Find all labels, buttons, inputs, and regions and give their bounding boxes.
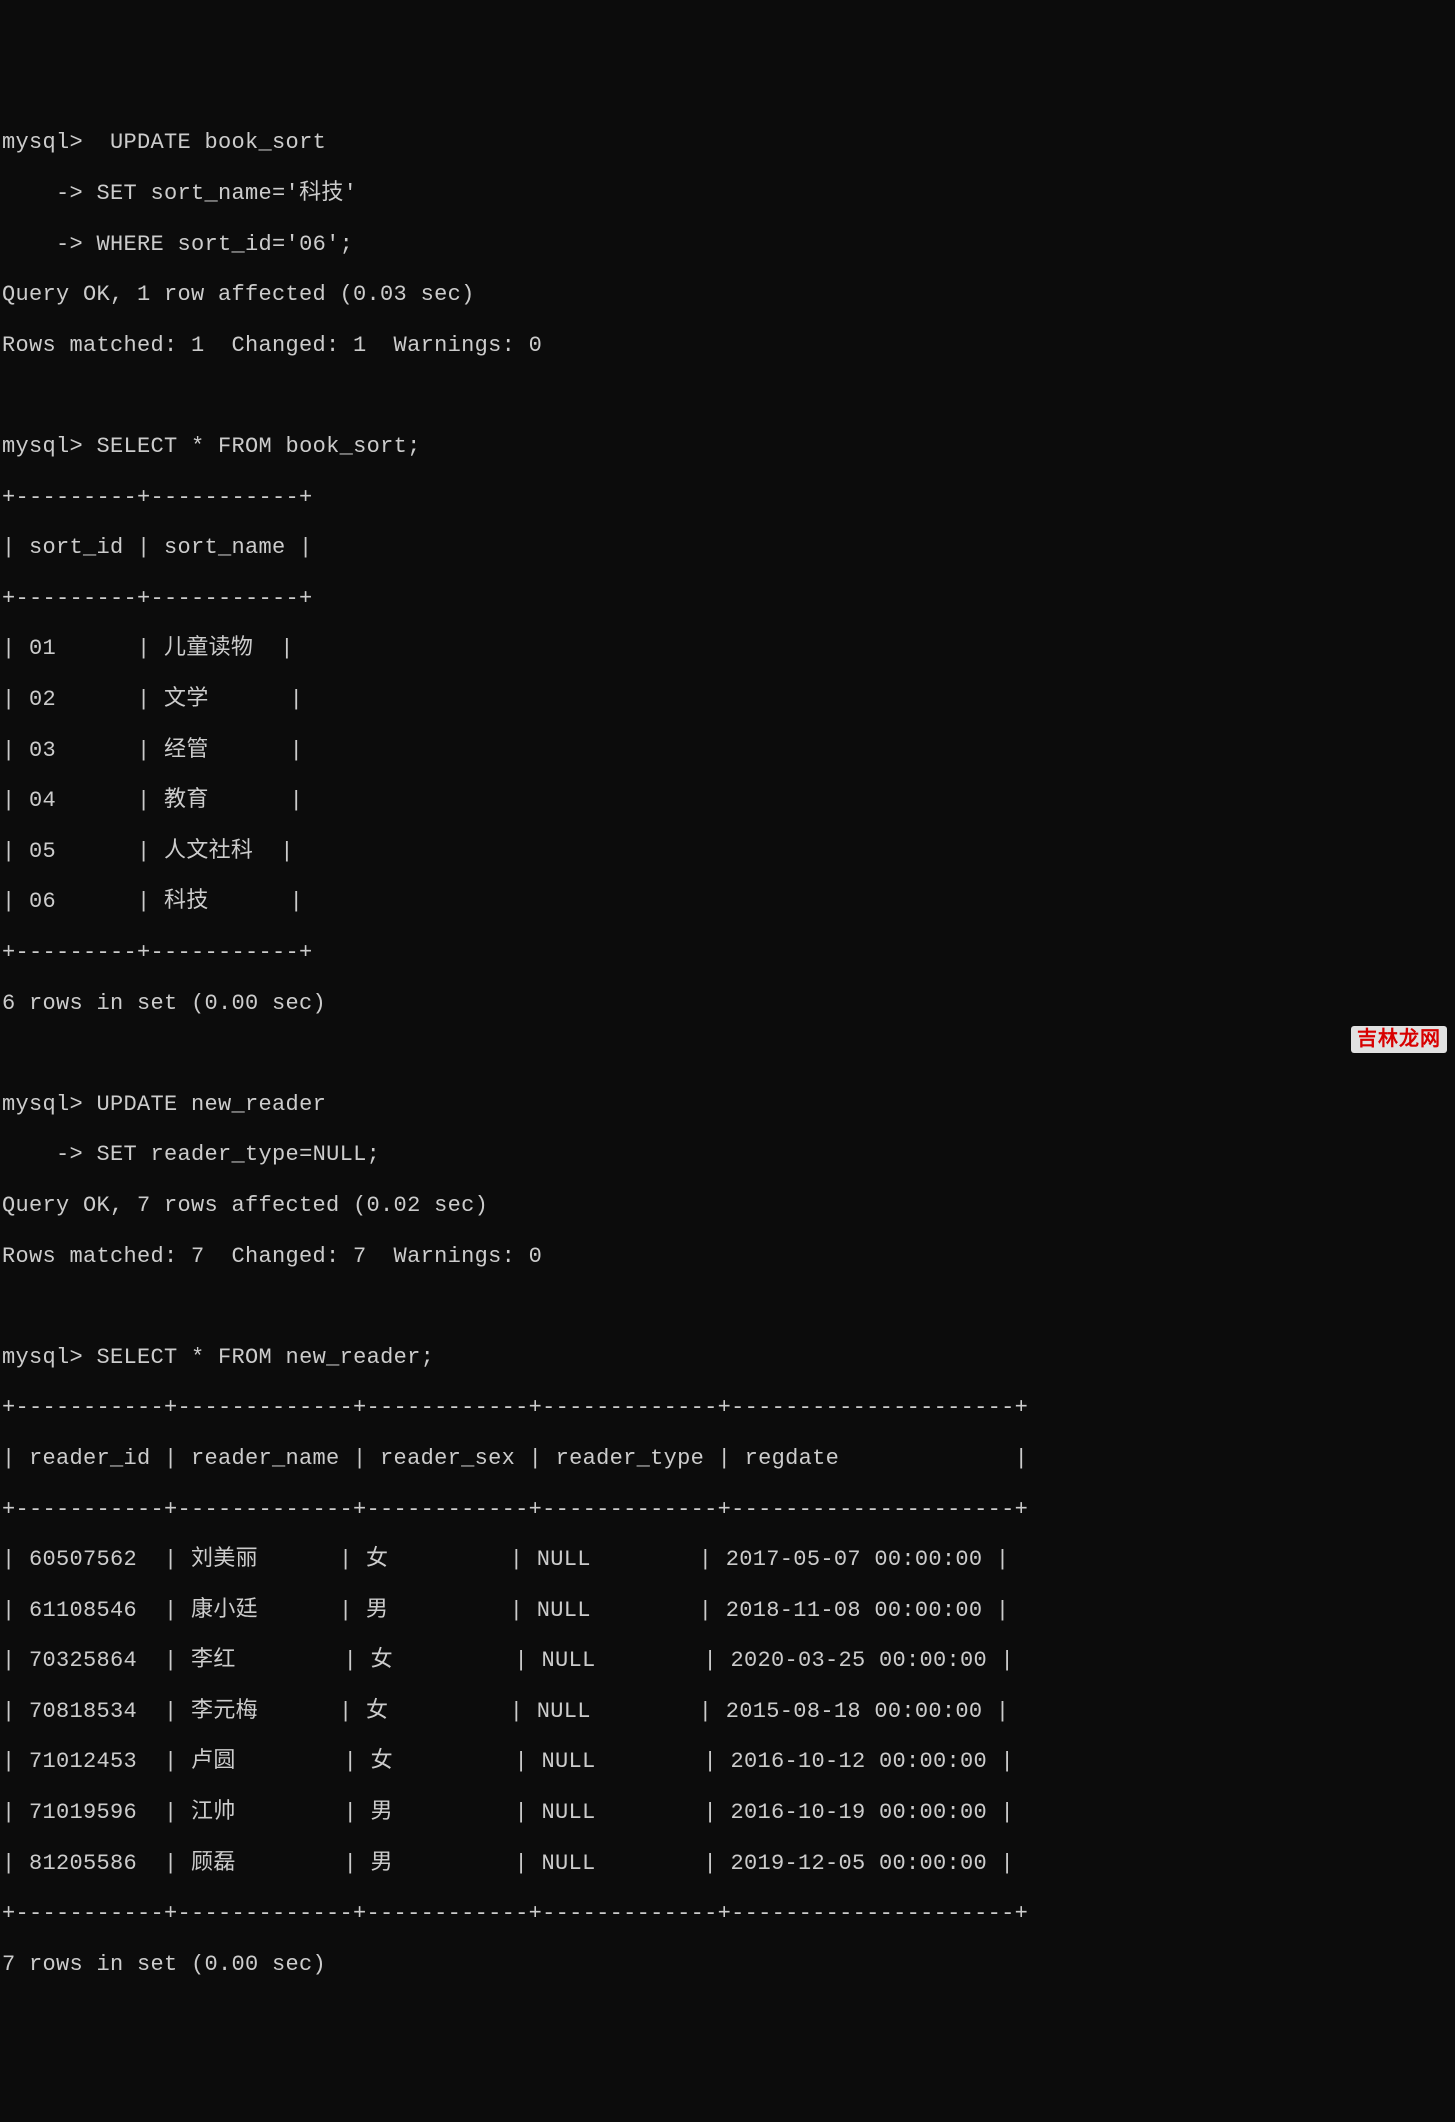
table-row: | 06 | 科技 |: [2, 889, 1453, 914]
table-row: | 04 | 教育 |: [2, 788, 1453, 813]
table-border: +---------+-----------+: [2, 586, 1453, 611]
blank-line: [2, 1041, 1453, 1066]
sql-cont-line: -> SET reader_type=NULL;: [2, 1142, 1453, 1167]
table-row: | 05 | 人文社科 |: [2, 839, 1453, 864]
result-footer: 6 rows in set (0.00 sec): [2, 991, 1453, 1016]
table-row: | 81205586 | 顾磊 | 男 | NULL | 2019-12-05 …: [2, 1851, 1453, 1876]
watermark-badge: 吉林龙网: [1351, 1026, 1447, 1053]
table-row: | 61108546 | 康小廷 | 男 | NULL | 2018-11-08…: [2, 1598, 1453, 1623]
table-row: | 01 | 儿童读物 |: [2, 636, 1453, 661]
table-border: +---------+-----------+: [2, 940, 1453, 965]
table-header: | reader_id | reader_name | reader_sex |…: [2, 1446, 1453, 1471]
sql-prompt-line: mysql> UPDATE new_reader: [2, 1092, 1453, 1117]
table-row: | 02 | 文学 |: [2, 687, 1453, 712]
table-border: +-----------+-------------+------------+…: [2, 1901, 1453, 1926]
table-row: | 70325864 | 李红 | 女 | NULL | 2020-03-25 …: [2, 1648, 1453, 1673]
result-line: Rows matched: 1 Changed: 1 Warnings: 0: [2, 333, 1453, 358]
result-line: Query OK, 1 row affected (0.03 sec): [2, 282, 1453, 307]
sql-prompt-line: mysql> SELECT * FROM new_reader;: [2, 1345, 1453, 1370]
table-border: +---------+-----------+: [2, 485, 1453, 510]
sql-prompt-line: mysql> UPDATE book_sort: [2, 130, 1453, 155]
table-row: | 71012453 | 卢圆 | 女 | NULL | 2016-10-12 …: [2, 1749, 1453, 1774]
table-row: | 70818534 | 李元梅 | 女 | NULL | 2015-08-18…: [2, 1699, 1453, 1724]
terminal-output[interactable]: mysql> UPDATE book_sort -> SET sort_name…: [2, 105, 1453, 2002]
result-line: Rows matched: 7 Changed: 7 Warnings: 0: [2, 1244, 1453, 1269]
table-row: | 71019596 | 江帅 | 男 | NULL | 2016-10-19 …: [2, 1800, 1453, 1825]
table-header: | sort_id | sort_name |: [2, 535, 1453, 560]
blank-line: [2, 383, 1453, 408]
table-row: | 03 | 经管 |: [2, 738, 1453, 763]
result-footer: 7 rows in set (0.00 sec): [2, 1952, 1453, 1977]
result-line: Query OK, 7 rows affected (0.02 sec): [2, 1193, 1453, 1218]
sql-cont-line: -> SET sort_name='科技': [2, 181, 1453, 206]
table-border: +-----------+-------------+------------+…: [2, 1395, 1453, 1420]
sql-prompt-line: mysql> SELECT * FROM book_sort;: [2, 434, 1453, 459]
blank-line: [2, 1294, 1453, 1319]
sql-cont-line: -> WHERE sort_id='06';: [2, 232, 1453, 257]
table-border: +-----------+-------------+------------+…: [2, 1497, 1453, 1522]
table-row: | 60507562 | 刘美丽 | 女 | NULL | 2017-05-07…: [2, 1547, 1453, 1572]
